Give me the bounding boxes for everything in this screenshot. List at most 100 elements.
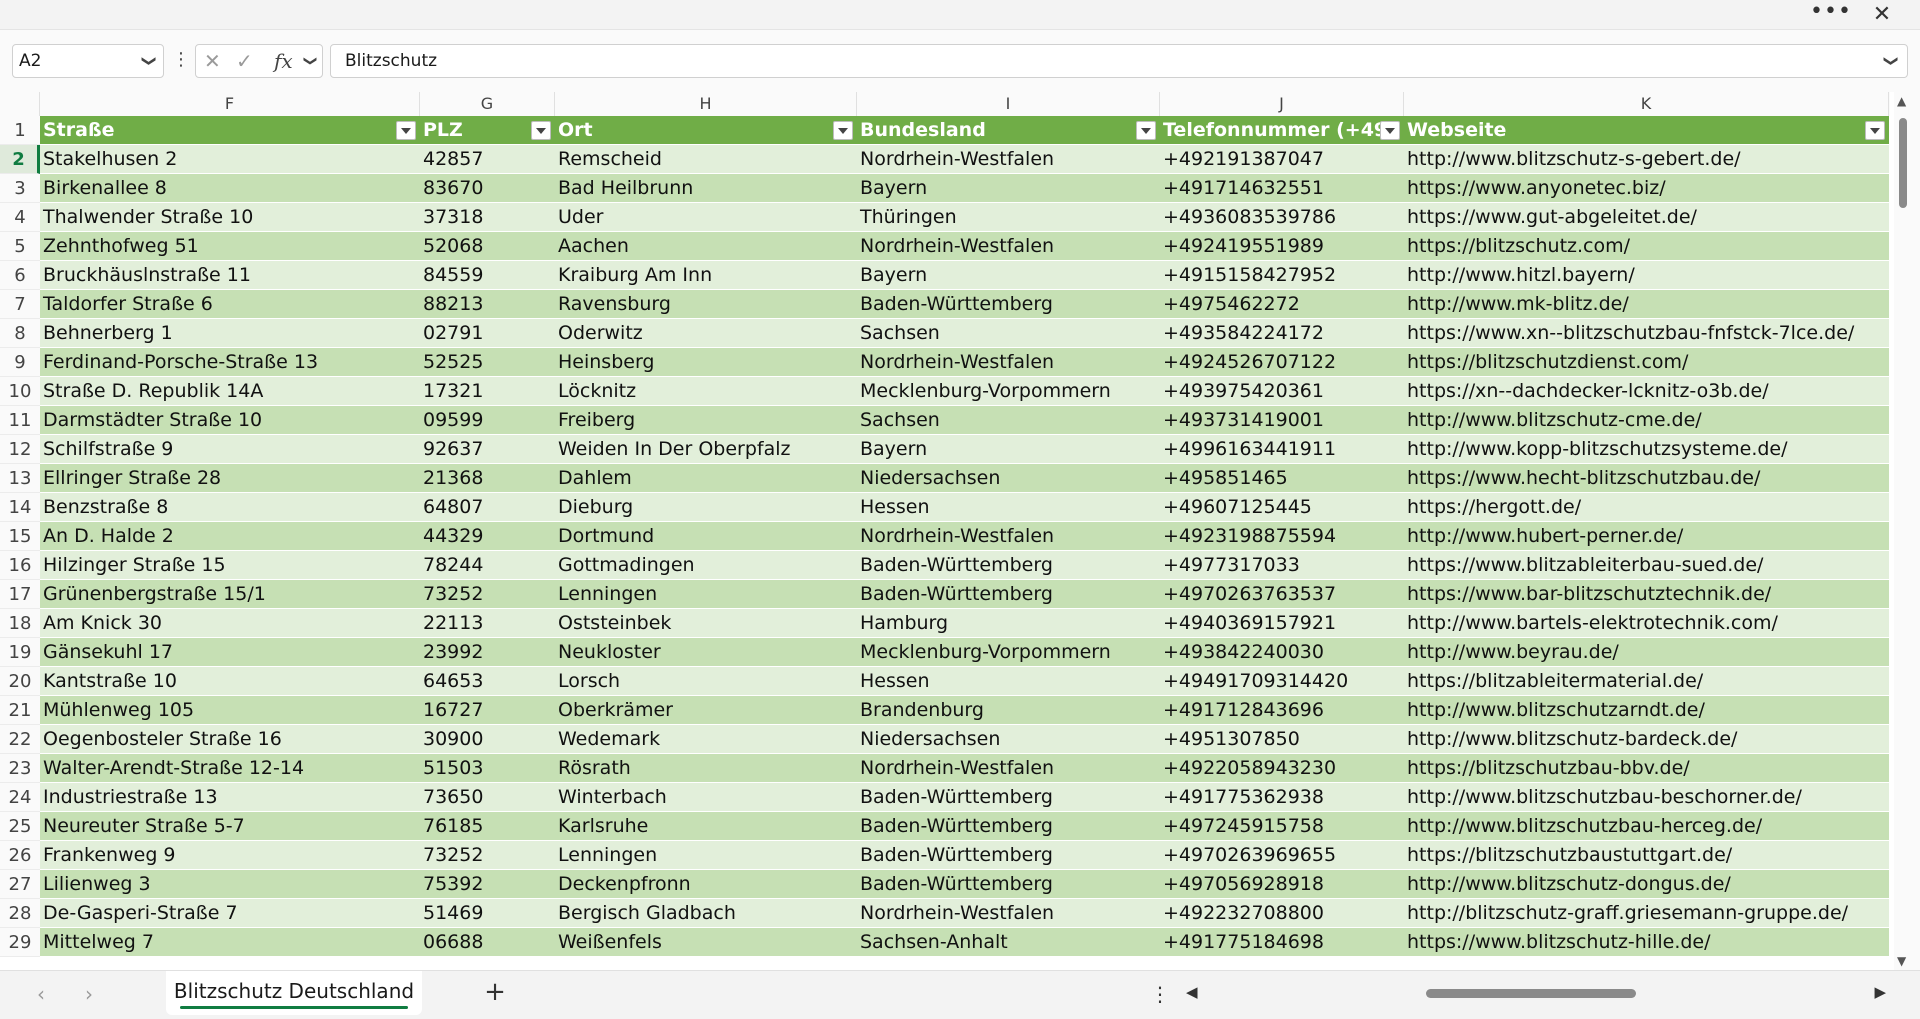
table-cell[interactable]: https://www.gut-abgeleitet.de/: [1404, 203, 1889, 232]
table-cell[interactable]: Winterbach: [555, 783, 857, 812]
header-cell[interactable]: Telefonnummer (+49): [1160, 116, 1404, 145]
table-cell[interactable]: Nordrhein-Westfalen: [857, 754, 1160, 783]
table-cell[interactable]: http://www.kopp-blitzschutzsysteme.de/: [1404, 435, 1889, 464]
function-icon[interactable]: fx: [274, 45, 293, 77]
row-number[interactable]: 1: [0, 116, 40, 145]
table-cell[interactable]: Aachen: [555, 232, 857, 261]
table-cell[interactable]: +4940369157921: [1160, 609, 1404, 638]
chevron-down-icon[interactable]: ❯: [293, 56, 325, 67]
table-cell[interactable]: https://xn--dachdecker-lcknitz-o3b.de/: [1404, 377, 1889, 406]
table-cell[interactable]: Lenningen: [555, 580, 857, 609]
table-cell[interactable]: http://www.blitzschutz-cme.de/: [1404, 406, 1889, 435]
vertical-dots-icon[interactable]: ⋮: [1150, 977, 1170, 1011]
row-number[interactable]: 23: [0, 754, 40, 783]
row-number[interactable]: 14: [0, 493, 40, 522]
vertical-scroll-thumb[interactable]: [1899, 118, 1907, 208]
table-cell[interactable]: Ravensburg: [555, 290, 857, 319]
row-number[interactable]: 8: [0, 319, 40, 348]
table-cell[interactable]: +495851465: [1160, 464, 1404, 493]
table-cell[interactable]: Baden-Württemberg: [857, 841, 1160, 870]
table-cell[interactable]: 78244: [420, 551, 555, 580]
table-cell[interactable]: http://www.blitzschutz-dongus.de/: [1404, 870, 1889, 899]
table-cell[interactable]: +491775362938: [1160, 783, 1404, 812]
header-cell[interactable]: PLZ: [420, 116, 555, 145]
name-box[interactable]: A2 ❯: [12, 44, 164, 78]
sheet-tab[interactable]: Blitzschutz Deutschland: [166, 971, 422, 1015]
table-cell[interactable]: Thüringen: [857, 203, 1160, 232]
table-cell[interactable]: 84559: [420, 261, 555, 290]
table-cell[interactable]: Bad Heilbrunn: [555, 174, 857, 203]
row-number[interactable]: 9: [0, 348, 40, 377]
table-cell[interactable]: Baden-Württemberg: [857, 580, 1160, 609]
table-cell[interactable]: Bayern: [857, 435, 1160, 464]
table-cell[interactable]: Lilienweg 3: [40, 870, 420, 899]
filter-dropdown-icon[interactable]: [396, 121, 416, 140]
table-cell[interactable]: Niedersachsen: [857, 464, 1160, 493]
table-cell[interactable]: Ferdinand-Porsche-Straße 13: [40, 348, 420, 377]
table-cell[interactable]: +4996163441911: [1160, 435, 1404, 464]
table-cell[interactable]: +491775184698: [1160, 928, 1404, 957]
row-number[interactable]: 22: [0, 725, 40, 754]
table-cell[interactable]: Industriestraße 13: [40, 783, 420, 812]
table-cell[interactable]: Kantstraße 10: [40, 667, 420, 696]
table-cell[interactable]: 06688: [420, 928, 555, 957]
table-cell[interactable]: Mühlenweg 105: [40, 696, 420, 725]
scroll-left-icon[interactable]: ◀: [1186, 983, 1198, 1001]
table-cell[interactable]: Bruckhäuslnstraße 11: [40, 261, 420, 290]
row-number[interactable]: 11: [0, 406, 40, 435]
row-number[interactable]: 5: [0, 232, 40, 261]
header-cell[interactable]: Webseite: [1404, 116, 1889, 145]
add-sheet-icon[interactable]: +: [478, 975, 512, 1011]
table-cell[interactable]: Am Knick 30: [40, 609, 420, 638]
column-header-k[interactable]: K: [1404, 92, 1889, 116]
filter-dropdown-icon[interactable]: [1136, 121, 1156, 140]
table-cell[interactable]: Neukloster: [555, 638, 857, 667]
table-cell[interactable]: Sachsen: [857, 319, 1160, 348]
table-cell[interactable]: +49607125445: [1160, 493, 1404, 522]
table-cell[interactable]: +4951307850: [1160, 725, 1404, 754]
table-cell[interactable]: https://blitzschutz.com/: [1404, 232, 1889, 261]
table-cell[interactable]: 64807: [420, 493, 555, 522]
table-cell[interactable]: +491712843696: [1160, 696, 1404, 725]
table-cell[interactable]: Taldorfer Straße 6: [40, 290, 420, 319]
check-icon[interactable]: ✓: [236, 45, 253, 77]
table-cell[interactable]: Bayern: [857, 261, 1160, 290]
expand-formula-icon[interactable]: ❯: [1875, 55, 1907, 67]
row-number[interactable]: 20: [0, 667, 40, 696]
table-cell[interactable]: An D. Halde 2: [40, 522, 420, 551]
table-cell[interactable]: Grünenbergstraße 15/1: [40, 580, 420, 609]
column-header-g[interactable]: G: [420, 92, 555, 116]
table-cell[interactable]: 30900: [420, 725, 555, 754]
table-cell[interactable]: https://blitzschutzdienst.com/: [1404, 348, 1889, 377]
column-header-j[interactable]: J: [1160, 92, 1404, 116]
table-cell[interactable]: 92637: [420, 435, 555, 464]
table-cell[interactable]: +4970263763537: [1160, 580, 1404, 609]
table-cell[interactable]: Oststeinbek: [555, 609, 857, 638]
row-number[interactable]: 21: [0, 696, 40, 725]
table-cell[interactable]: +491714632551: [1160, 174, 1404, 203]
row-number[interactable]: 28: [0, 899, 40, 928]
table-cell[interactable]: Dieburg: [555, 493, 857, 522]
scroll-down-icon[interactable]: ▼: [1897, 954, 1906, 968]
table-cell[interactable]: Uder: [555, 203, 857, 232]
table-cell[interactable]: Nordrhein-Westfalen: [857, 145, 1160, 174]
table-cell[interactable]: 42857: [420, 145, 555, 174]
table-cell[interactable]: https://www.hecht-blitzschutzbau.de/: [1404, 464, 1889, 493]
row-number[interactable]: 12: [0, 435, 40, 464]
table-cell[interactable]: 16727: [420, 696, 555, 725]
table-cell[interactable]: 02791: [420, 319, 555, 348]
formula-input[interactable]: Blitzschutz ❯: [330, 44, 1908, 78]
table-cell[interactable]: http://www.hubert-perner.de/: [1404, 522, 1889, 551]
table-cell[interactable]: Hessen: [857, 493, 1160, 522]
table-cell[interactable]: https://blitzschutzbaustuttgart.de/: [1404, 841, 1889, 870]
filter-dropdown-icon[interactable]: [1865, 121, 1885, 140]
table-cell[interactable]: +4977317033: [1160, 551, 1404, 580]
table-cell[interactable]: Lenningen: [555, 841, 857, 870]
table-cell[interactable]: +4970263969655: [1160, 841, 1404, 870]
table-cell[interactable]: 76185: [420, 812, 555, 841]
table-cell[interactable]: https://www.blitzableiterbau-sued.de/: [1404, 551, 1889, 580]
row-number[interactable]: 27: [0, 870, 40, 899]
column-header-i[interactable]: I: [857, 92, 1160, 116]
table-cell[interactable]: Zehnthofweg 51: [40, 232, 420, 261]
table-cell[interactable]: https://www.blitzschutz-hille.de/: [1404, 928, 1889, 957]
